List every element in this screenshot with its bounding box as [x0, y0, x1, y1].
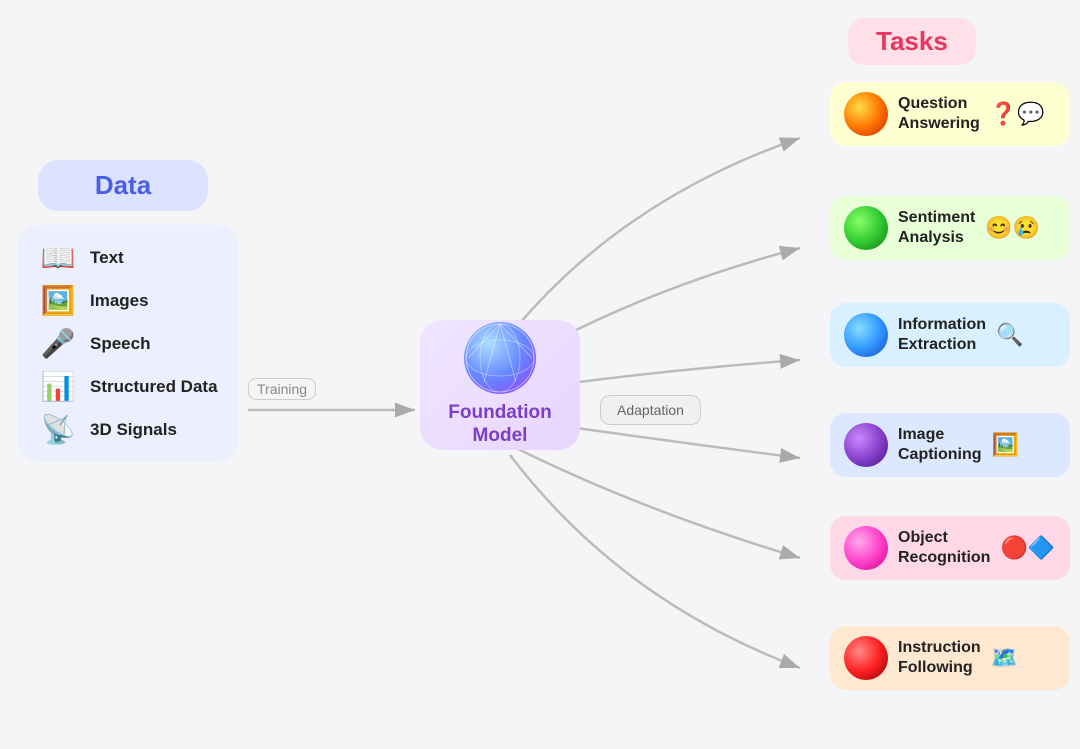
- task-ic-emoji: 🖼️: [992, 432, 1019, 458]
- sphere-ie: [844, 313, 888, 357]
- 3d-icon: 📡: [36, 413, 80, 446]
- text-label: Text: [90, 248, 124, 268]
- sphere-sa: [844, 206, 888, 250]
- training-label: Training: [248, 378, 316, 400]
- speech-icon: 🎤: [36, 327, 80, 360]
- structured-icon: 📊: [36, 370, 80, 403]
- data-item-text: 📖 Text: [36, 241, 220, 274]
- data-label-box: Data: [38, 160, 208, 211]
- 3d-label: 3D Signals: [90, 420, 177, 440]
- task-sa-emoji: 😊😢: [985, 215, 1040, 241]
- task-if-emoji: 🗺️: [991, 645, 1018, 671]
- images-label: Images: [90, 291, 149, 311]
- tasks-title: Tasks: [876, 26, 948, 56]
- task-if-label: InstructionFollowing: [898, 638, 981, 678]
- structured-label: Structured Data: [90, 377, 218, 397]
- tasks-title-box: Tasks: [848, 18, 976, 65]
- images-icon: 🖼️: [36, 284, 80, 317]
- data-item-structured: 📊 Structured Data: [36, 370, 220, 403]
- foundation-label: FoundationModel: [448, 402, 551, 448]
- task-sa-label: SentimentAnalysis: [898, 208, 975, 248]
- training-section: Training: [248, 378, 316, 400]
- data-item-images: 🖼️ Images: [36, 284, 220, 317]
- foundation-sphere: [464, 322, 536, 394]
- task-or-emoji: 🔴🔷: [1000, 535, 1055, 561]
- task-ie-emoji: 🔍: [996, 322, 1023, 348]
- speech-label: Speech: [90, 334, 150, 354]
- task-qa-emoji: ❓💬: [990, 101, 1045, 127]
- data-section: Data 📖 Text 🖼️ Images 🎤 Speech 📊 Structu…: [18, 160, 238, 462]
- task-card-ie: InformationExtraction 🔍: [830, 303, 1070, 367]
- foundation-model-box: FoundationModel: [420, 320, 580, 450]
- foundation-sphere-lines: [464, 322, 536, 394]
- sphere-if: [844, 636, 888, 680]
- task-ie-label: InformationExtraction: [898, 315, 986, 355]
- sphere-ic: [844, 423, 888, 467]
- adaptation-box: Adaptation: [600, 395, 701, 425]
- data-label: Data: [95, 170, 151, 200]
- task-or-label: ObjectRecognition: [898, 528, 990, 568]
- sphere-qa: [844, 92, 888, 136]
- adaptation-label: Adaptation: [617, 402, 684, 418]
- data-item-3d: 📡 3D Signals: [36, 413, 220, 446]
- task-ic-label: ImageCaptioning: [898, 425, 982, 465]
- sphere-or: [844, 526, 888, 570]
- task-card-ic: ImageCaptioning 🖼️: [830, 413, 1070, 477]
- task-qa-label: QuestionAnswering: [898, 94, 980, 134]
- data-item-speech: 🎤 Speech: [36, 327, 220, 360]
- data-items-container: 📖 Text 🖼️ Images 🎤 Speech 📊 Structured D…: [18, 225, 238, 462]
- task-card-qa: QuestionAnswering ❓💬: [830, 82, 1070, 146]
- task-card-if: InstructionFollowing 🗺️: [830, 626, 1070, 690]
- text-icon: 📖: [36, 241, 80, 274]
- task-card-sa: SentimentAnalysis 😊😢: [830, 196, 1070, 260]
- task-card-or: ObjectRecognition 🔴🔷: [830, 516, 1070, 580]
